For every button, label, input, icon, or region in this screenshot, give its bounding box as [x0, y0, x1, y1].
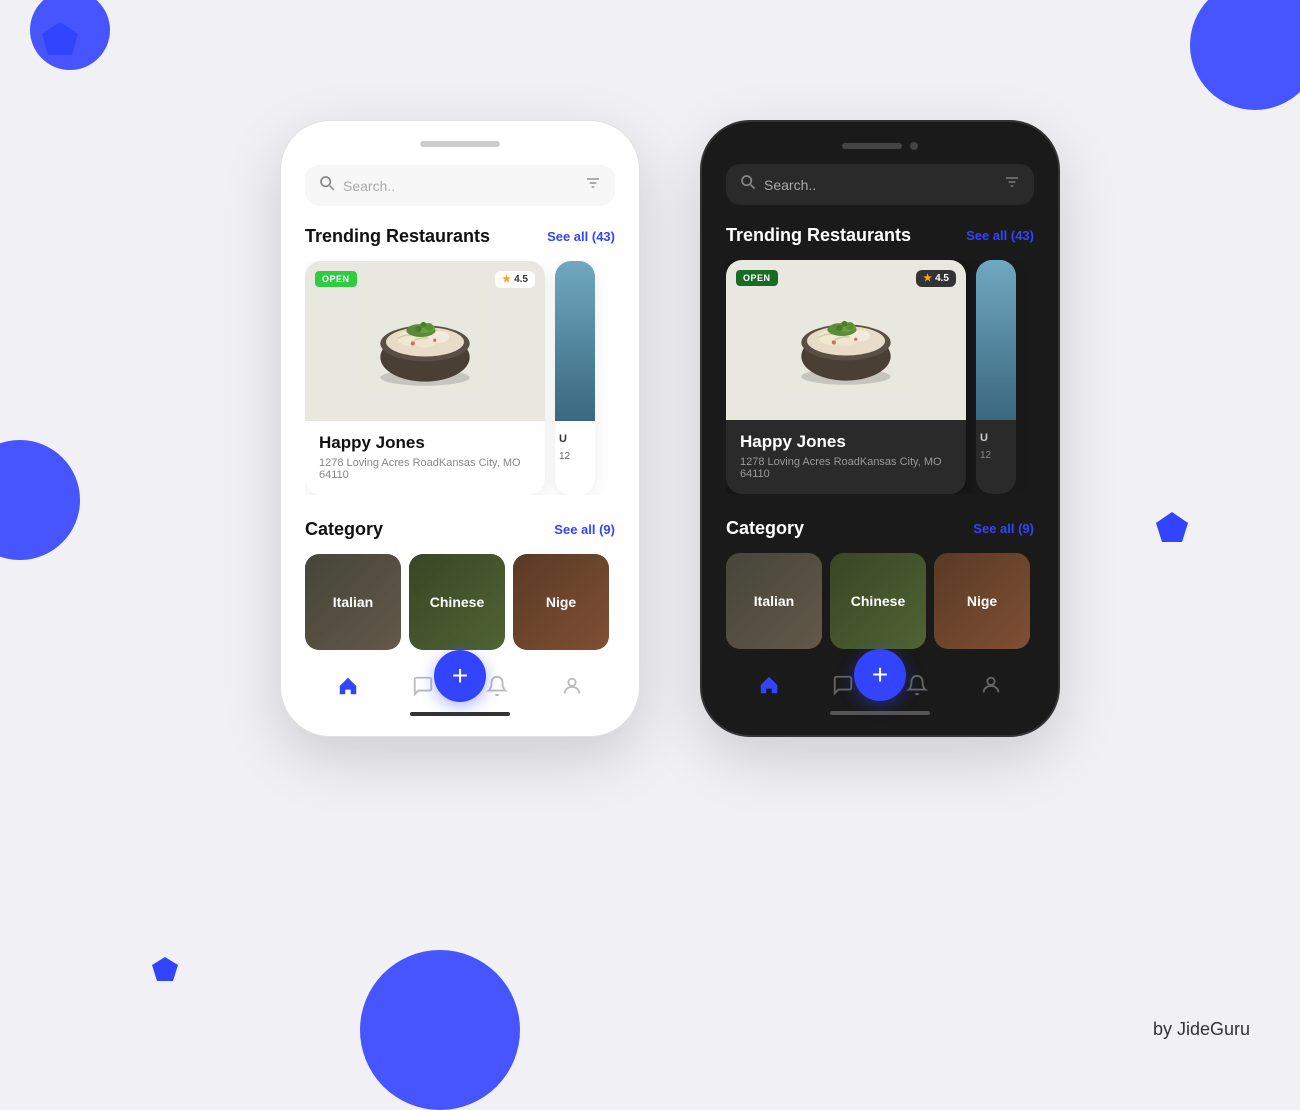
light-cat-nige[interactable]: Nige: [513, 554, 609, 650]
deco-circle-ml: [0, 440, 80, 560]
dark-phone-camera-area: [712, 142, 1048, 150]
dark-cat-chinese[interactable]: Chinese: [830, 553, 926, 649]
dark-cat-nige-label: Nige: [967, 593, 997, 609]
light-search-bar[interactable]: Search..: [305, 165, 615, 206]
dark-phone: Search.. Trending Restaurants See all (4…: [700, 120, 1060, 737]
dark-nav-bell-icon[interactable]: [905, 673, 929, 697]
light-category-title: Category: [305, 519, 383, 540]
light-card-name: Happy Jones: [319, 433, 531, 453]
dark-category-row: Italian Chinese Nige: [726, 553, 1034, 649]
light-bottom-nav: +: [291, 660, 629, 706]
dark-fab-button[interactable]: +: [854, 649, 906, 701]
light-card-info: Happy Jones 1278 Loving Acres RoadKansas…: [305, 421, 545, 495]
dark-card-image: OPEN ★ 4.5: [726, 260, 966, 420]
light-partial-text: U: [555, 421, 595, 449]
light-restaurant-row: OPEN ★ 4.5 Happy Jones 1278 Loving Acres…: [305, 261, 615, 495]
dark-partial-text: U: [976, 420, 1016, 448]
dark-category-title: Category: [726, 518, 804, 539]
light-cat-nige-label: Nige: [546, 594, 576, 610]
light-nav-home-icon[interactable]: [336, 674, 360, 698]
dark-card-rating-badge: ★ 4.5: [916, 270, 956, 287]
light-card-image: OPEN ★ 4.5: [305, 261, 545, 421]
search-icon: [319, 175, 335, 196]
dark-partial-image: [976, 260, 1016, 420]
light-partial-num: 12: [555, 449, 595, 464]
dark-restaurant-card[interactable]: OPEN ★ 4.5 Happy Jones 1278 Loving Acres…: [726, 260, 966, 494]
light-partial-image: [555, 261, 595, 421]
filter-icon[interactable]: [585, 175, 601, 196]
light-phone: Search.. Trending Restaurants See all (4…: [280, 120, 640, 737]
dark-nav-chat-icon[interactable]: [831, 673, 855, 697]
light-card-partial: U 12: [555, 261, 595, 495]
phones-container: Search.. Trending Restaurants See all (4…: [100, 120, 1240, 737]
light-search-placeholder: Search..: [343, 178, 577, 194]
dark-phone-speaker: [842, 143, 902, 149]
light-nav-bell-icon[interactable]: [485, 674, 509, 698]
light-trending-header: Trending Restaurants See all (43): [305, 226, 615, 247]
dark-star-icon: ★: [923, 273, 932, 284]
dark-card-address: 1278 Loving Acres RoadKansas City, MO 64…: [740, 456, 952, 480]
dark-restaurant-row: OPEN ★ 4.5 Happy Jones 1278 Loving Acres…: [726, 260, 1034, 494]
light-nav-chat-icon[interactable]: [411, 674, 435, 698]
deco-circle-tr: [1190, 0, 1300, 110]
deco-pentagon-bl: [150, 955, 180, 990]
dark-nav-person-icon[interactable]: [979, 673, 1003, 697]
dark-search-bar[interactable]: Search..: [726, 164, 1034, 205]
watermark-text: by JideGuru: [1153, 1019, 1250, 1040]
dark-card-partial: U 12: [976, 260, 1016, 494]
dark-card-name: Happy Jones: [740, 432, 952, 452]
star-icon: ★: [502, 274, 511, 285]
dark-bottom-nav: +: [712, 659, 1048, 705]
dark-phone-camera-dot: [910, 142, 918, 150]
dark-cat-italian-overlay: Italian: [726, 553, 822, 649]
light-phone-notch: [420, 141, 500, 147]
light-cat-italian[interactable]: Italian: [305, 554, 401, 650]
light-fab-button[interactable]: +: [434, 650, 486, 702]
light-trending-title: Trending Restaurants: [305, 226, 490, 247]
dark-nav-home-icon[interactable]: [757, 673, 781, 697]
dark-category-header: Category See all (9): [726, 518, 1034, 539]
light-category-row: Italian Chinese Nige: [305, 554, 615, 650]
dark-cat-italian-label: Italian: [754, 593, 794, 609]
light-restaurant-card[interactable]: OPEN ★ 4.5 Happy Jones 1278 Loving Acres…: [305, 261, 545, 495]
light-category-header: Category See all (9): [305, 519, 615, 540]
dark-trending-title: Trending Restaurants: [726, 225, 911, 246]
deco-circle-b: [360, 950, 520, 1110]
light-card-rating-value: 4.5: [514, 274, 528, 285]
light-card-open-badge: OPEN: [315, 271, 357, 287]
dark-home-indicator: [830, 711, 930, 715]
deco-pentagon-tl: [40, 20, 80, 65]
light-nav-person-icon[interactable]: [560, 674, 584, 698]
dark-cat-italian[interactable]: Italian: [726, 553, 822, 649]
light-cat-chinese-overlay: Chinese: [409, 554, 505, 650]
light-cat-nige-overlay: Nige: [513, 554, 609, 650]
dark-category-see-all[interactable]: See all (9): [973, 521, 1034, 536]
light-cat-italian-overlay: Italian: [305, 554, 401, 650]
dark-trending-see-all[interactable]: See all (43): [966, 228, 1034, 243]
light-home-indicator: [410, 712, 510, 716]
light-card-address: 1278 Loving Acres RoadKansas City, MO 64…: [319, 457, 531, 481]
dark-cat-nige-overlay: Nige: [934, 553, 1030, 649]
dark-filter-icon[interactable]: [1004, 174, 1020, 195]
light-cat-chinese-label: Chinese: [430, 594, 484, 610]
light-cat-italian-label: Italian: [333, 594, 373, 610]
light-phone-screen: Search.. Trending Restaurants See all (4…: [291, 165, 629, 650]
dark-card-open-badge: OPEN: [736, 270, 778, 286]
dark-card-rating-value: 4.5: [935, 273, 949, 284]
dark-search-placeholder: Search..: [764, 177, 996, 193]
dark-card-info: Happy Jones 1278 Loving Acres RoadKansas…: [726, 420, 966, 494]
light-category-see-all[interactable]: See all (9): [554, 522, 615, 537]
dark-cat-nige[interactable]: Nige: [934, 553, 1030, 649]
dark-search-icon: [740, 174, 756, 195]
light-cat-chinese[interactable]: Chinese: [409, 554, 505, 650]
dark-cat-chinese-label: Chinese: [851, 593, 905, 609]
dark-phone-screen: Search.. Trending Restaurants See all (4…: [712, 164, 1048, 649]
dark-trending-header: Trending Restaurants See all (43): [726, 225, 1034, 246]
light-trending-see-all[interactable]: See all (43): [547, 229, 615, 244]
dark-partial-num: 12: [976, 448, 1016, 463]
light-card-rating-badge: ★ 4.5: [495, 271, 535, 288]
dark-cat-chinese-overlay: Chinese: [830, 553, 926, 649]
